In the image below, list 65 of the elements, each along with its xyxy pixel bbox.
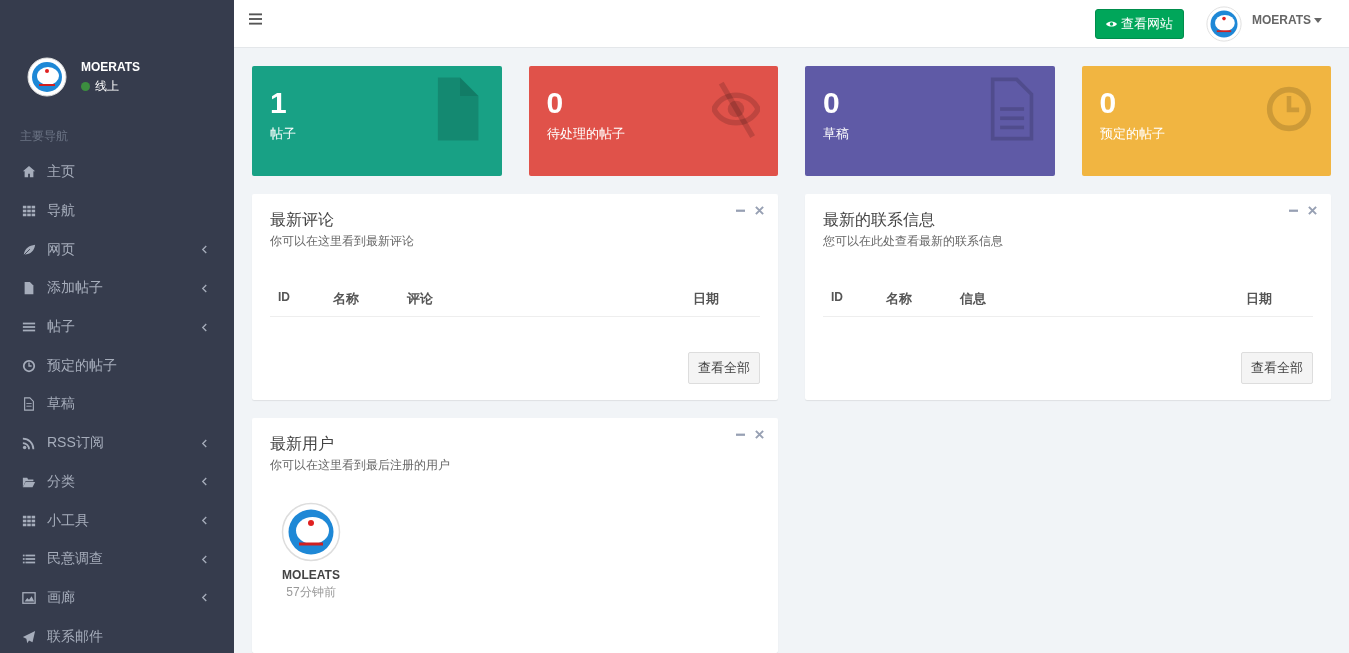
nav-item[interactable]: 添加帖子 [0,269,234,308]
clock-icon [22,358,36,373]
panel-title: 最新评论 [270,210,334,230]
paper-plane-icon [22,629,36,644]
nav-item[interactable]: 主页 [0,153,234,192]
nav-item[interactable]: 导航 [0,191,234,231]
stat-value: 1 [270,86,288,120]
user-name-link[interactable]: MOLEATS [282,568,340,582]
view-all-button[interactable]: 查看全部 [1241,352,1313,384]
nav-item[interactable]: RSS订阅 [0,423,234,463]
close-button[interactable] [753,204,766,217]
close-icon [755,206,764,215]
close-button[interactable] [1306,204,1319,217]
image-icon [22,590,36,605]
avatar-drawing [1205,5,1242,42]
registration-time: 57分钟前 [286,584,336,601]
nav-item[interactable]: 草稿 [0,385,234,424]
user-name: MOERATS [81,59,141,74]
home-icon [22,165,36,180]
close-icon [755,430,764,439]
nav-item[interactable]: 小工具 [0,501,234,540]
status-text: 线上 [95,77,119,95]
leaf-icon [22,242,36,257]
stat-value: 0 [823,86,841,120]
column-header: 日期 [1246,290,1273,308]
panel-subtitle: 您可以在此处查看最新的联系信息 [823,233,1004,250]
close-icon [1308,206,1317,215]
stat-label: 草稿 [823,125,849,143]
nav-item[interactable]: 预定的帖子 [0,346,234,386]
rss-icon [22,436,36,451]
column-header: 日期 [693,290,720,308]
nav-item[interactable]: 联系邮件 [0,617,234,653]
grid-icon [22,204,36,219]
panel-title: 最新用户 [270,434,334,454]
column-header: 信息 [960,290,987,308]
nav-item[interactable]: 民意调查 [0,539,234,579]
avatar-drawing [281,502,341,562]
view-all-button[interactable]: 查看全部 [688,352,760,384]
stat-value: 0 [1099,86,1118,120]
stat-label: 预定的帖子 [1099,125,1165,143]
grid-icon [22,513,36,528]
view-site-button[interactable]: 查看网站 [1094,8,1184,39]
close-button[interactable] [753,428,766,441]
eye-icon [1105,19,1117,28]
nav-item[interactable]: 帖子 [0,307,234,347]
panel-subtitle: 你可以在这里看到最新评论 [270,233,415,250]
avatar-drawing [27,57,67,97]
stat-label: 待处理的帖子 [546,125,625,143]
caret-icon [1314,17,1322,23]
stat-value: 0 [546,86,565,120]
user-menu[interactable]: MOERATS [1251,13,1322,27]
menu-icon [249,12,262,25]
column-header: 评论 [407,290,434,308]
document-icon [22,397,36,412]
panel-subtitle: 你可以在这里看到最后注册的用户 [270,457,451,474]
column-header: 名称 [886,290,913,308]
file-icon [22,281,36,296]
nav-item[interactable]: 网页 [0,230,234,270]
column-header: 名称 [333,290,360,308]
panel-title: 最新的联系信息 [823,210,935,230]
nav-item[interactable]: 分类 [0,462,234,502]
column-header: ID [831,290,844,306]
nav-item[interactable]: 画廊 [0,578,234,618]
column-header: ID [278,290,291,306]
stat-label: 帖子 [270,125,296,143]
